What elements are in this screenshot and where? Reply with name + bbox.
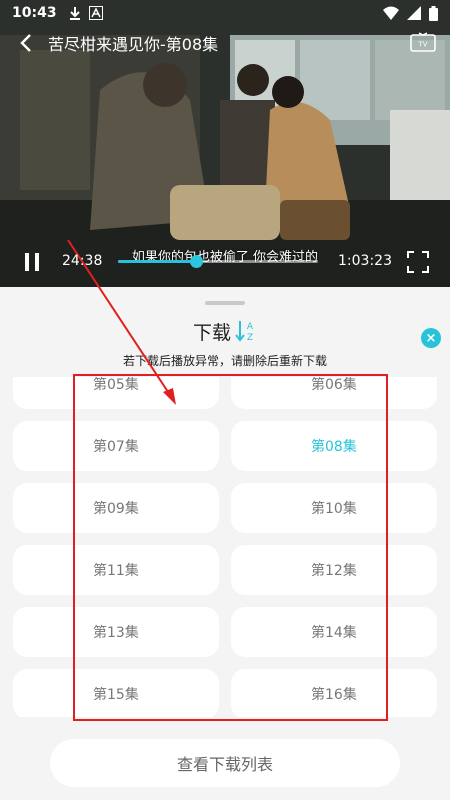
video-top-bar: 苦尽柑来遇见你-第08集 TV — [0, 26, 450, 60]
back-icon[interactable] — [14, 31, 38, 55]
fullscreen-icon[interactable] — [407, 251, 429, 273]
pause-icon[interactable] — [22, 252, 42, 272]
annotation-highlight-box — [73, 374, 388, 721]
drag-handle[interactable] — [205, 301, 245, 305]
status-icons — [383, 5, 438, 21]
svg-text:TV: TV — [417, 41, 427, 49]
wifi-icon — [383, 6, 399, 20]
video-title: 苦尽柑来遇见你-第08集 — [48, 35, 219, 54]
battery-icon — [429, 5, 438, 21]
progress-knob[interactable] — [189, 255, 203, 268]
download-notice: 若下载后播放异常，请删除后重新下载 — [122, 354, 327, 368]
view-download-list-button[interactable]: 查看下载列表 — [50, 739, 400, 787]
app-root: 10:43 苦尽柑来遇见你-第08集 TV 如果你的包也被偷了 你会难过的 24… — [0, 0, 450, 800]
download-icon — [69, 7, 80, 20]
sort-icon[interactable]: A Z — [235, 319, 257, 343]
svg-text:Z: Z — [247, 333, 253, 343]
total-time: 1:03:23 — [338, 253, 392, 269]
status-time: 10:43 — [12, 5, 57, 21]
progress-bar[interactable] — [118, 255, 318, 268]
signal-icon — [407, 6, 421, 20]
a-icon — [88, 6, 103, 20]
current-time: 24:38 — [62, 253, 103, 269]
panel-title: 下载 — [192, 321, 231, 344]
svg-text:A: A — [247, 322, 254, 332]
progress-fill — [118, 260, 196, 263]
player-controls: 24:38 1:03:23 — [0, 246, 450, 278]
status-bar: 10:43 — [0, 0, 450, 26]
video-player[interactable]: 10:43 苦尽柑来遇见你-第08集 TV 如果你的包也被偷了 你会难过的 24… — [0, 0, 450, 287]
close-icon[interactable]: × — [421, 328, 441, 348]
panel-header: 下载 A Z — [0, 317, 450, 345]
tv-icon[interactable]: TV — [410, 32, 436, 54]
